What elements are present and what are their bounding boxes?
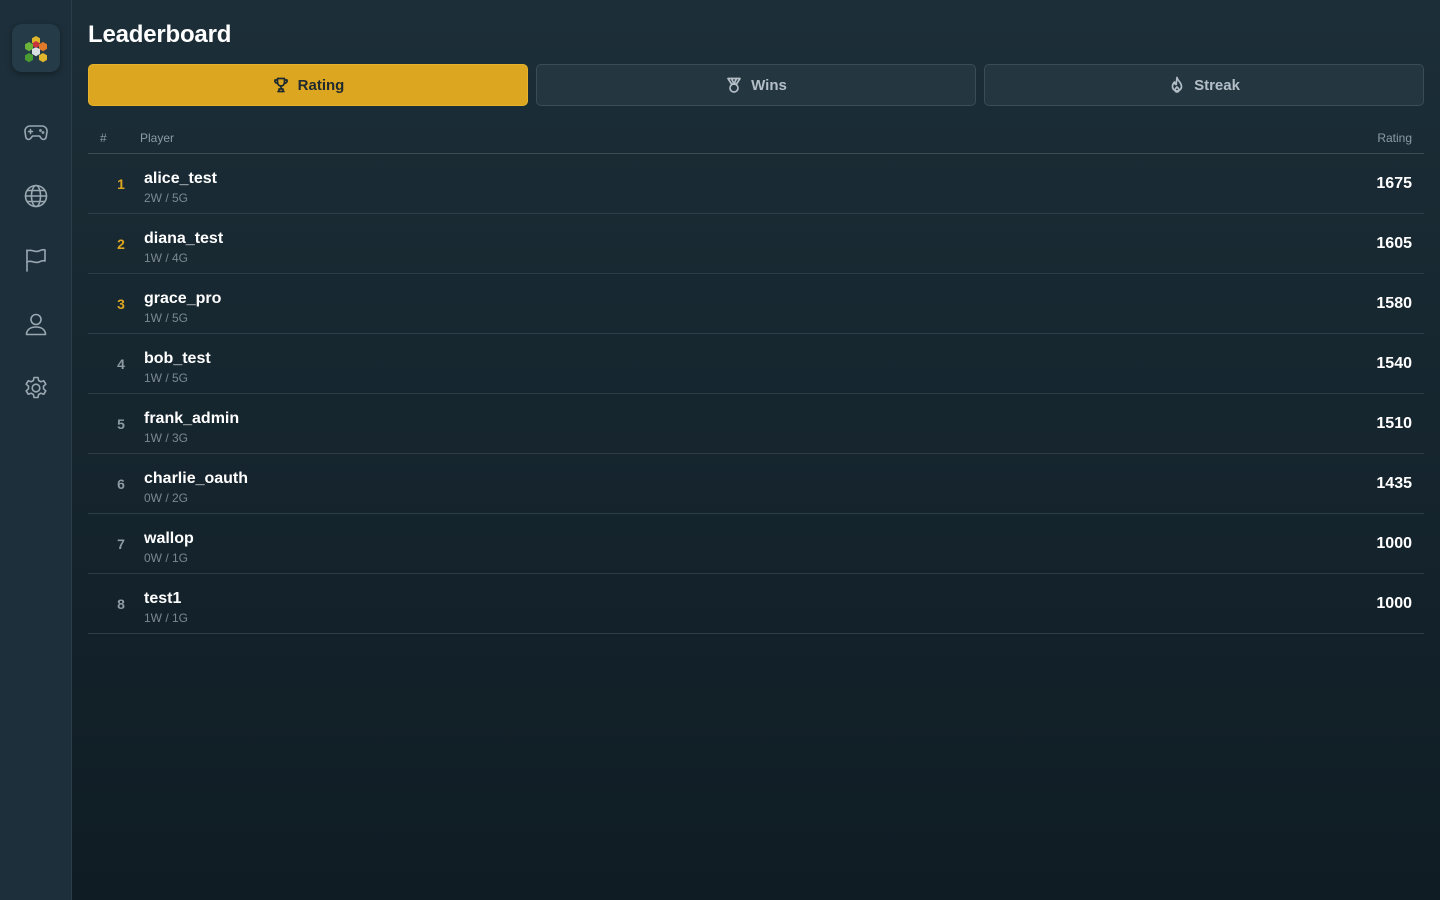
table-row[interactable]: 7 wallop 0W / 1G 1000 [88, 514, 1424, 574]
player-name[interactable]: diana_test [144, 230, 223, 248]
table-row[interactable]: 5 frank_admin 1W / 3G 1510 [88, 394, 1424, 454]
tab-streak[interactable]: Streak [984, 64, 1424, 106]
player-record: 1W / 5G [144, 371, 189, 385]
sidebar-item-challenges[interactable] [20, 244, 52, 276]
flag-icon [26, 248, 46, 272]
player-record: 0W / 1G [144, 551, 189, 565]
player-record: 1W / 3G [144, 431, 189, 445]
gamepad-icon [24, 125, 48, 141]
player-rating: 1510 [1376, 415, 1412, 432]
player-name[interactable]: frank_admin [144, 410, 239, 428]
page-title: Leaderboard [88, 21, 232, 48]
player-name[interactable]: wallop [144, 530, 194, 548]
player-record: 1W / 5G [144, 311, 189, 325]
player-record: 1W / 4G [144, 251, 189, 265]
player-record: 0W / 2G [144, 491, 189, 505]
player-record: 1W / 1G [144, 611, 189, 625]
sidebar [0, 0, 72, 900]
table-row[interactable]: 3 grace_pro 1W / 5G 1580 [88, 274, 1424, 334]
column-header-player: Player [140, 131, 175, 145]
user-icon [25, 313, 47, 336]
leaderboard-tabs: Rating Wins Streak [88, 64, 1424, 106]
player-rank: 3 [117, 296, 125, 312]
player-rating: 1540 [1376, 355, 1412, 372]
player-rank: 7 [117, 536, 125, 552]
player-name[interactable]: charlie_oauth [144, 470, 248, 488]
player-rank: 5 [117, 416, 125, 432]
app-logo[interactable] [12, 24, 60, 72]
leaderboard-table: # Player Rating 1 alice_test 2W / 5G 167… [88, 122, 1424, 634]
player-rank: 8 [117, 596, 125, 612]
player-rating: 1000 [1376, 595, 1412, 612]
player-record: 2W / 5G [144, 191, 189, 205]
globe-icon [24, 184, 48, 208]
table-row[interactable]: 4 bob_test 1W / 5G 1540 [88, 334, 1424, 394]
player-rank: 2 [117, 236, 125, 252]
table-row[interactable]: 8 test1 1W / 1G 1000 [88, 574, 1424, 634]
sidebar-item-settings[interactable] [20, 372, 52, 404]
player-rating: 1000 [1376, 535, 1412, 552]
column-header-rank: # [100, 131, 107, 145]
column-header-rating: Rating [1377, 131, 1412, 145]
flame-icon [1171, 76, 1183, 93]
player-rank: 1 [117, 176, 125, 192]
gear-icon [25, 376, 47, 399]
trophy-icon [273, 77, 288, 93]
tab-wins-label: Wins [751, 76, 787, 94]
player-rating: 1435 [1376, 475, 1412, 492]
sidebar-item-profile[interactable] [20, 308, 52, 340]
table-row[interactable]: 1 alice_test 2W / 5G 1675 [88, 154, 1424, 214]
player-name[interactable]: bob_test [144, 350, 211, 368]
player-rating: 1605 [1376, 235, 1412, 252]
tab-wins[interactable]: Wins [536, 64, 976, 106]
player-name[interactable]: test1 [144, 590, 181, 608]
tab-streak-label: Streak [1194, 76, 1240, 94]
table-header: # Player Rating [88, 122, 1424, 154]
medal-icon [727, 77, 741, 93]
tab-rating-label: Rating [297, 76, 345, 94]
player-rating: 1675 [1376, 175, 1412, 192]
player-rank: 6 [117, 476, 125, 492]
table-row[interactable]: 2 diana_test 1W / 4G 1605 [88, 214, 1424, 274]
player-rating: 1580 [1376, 295, 1412, 312]
tab-rating[interactable]: Rating [88, 64, 528, 106]
player-name[interactable]: alice_test [144, 170, 217, 188]
sidebar-item-play[interactable] [20, 116, 52, 148]
table-row[interactable]: 6 charlie_oauth 0W / 2G 1435 [88, 454, 1424, 514]
sidebar-item-online[interactable] [20, 180, 52, 212]
player-rank: 4 [117, 356, 125, 372]
hex-cluster-logo-icon [25, 36, 47, 63]
player-name[interactable]: grace_pro [144, 290, 221, 308]
